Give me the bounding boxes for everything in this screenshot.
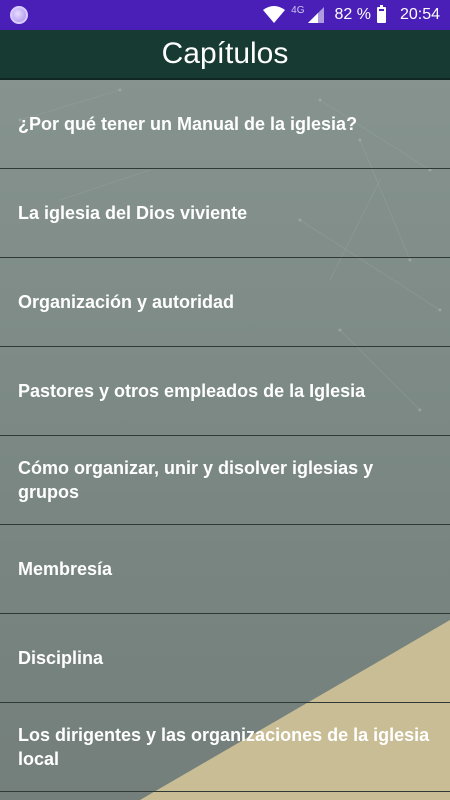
battery-icon — [376, 5, 386, 23]
cellular-signal-icon — [308, 7, 325, 23]
chapter-label: Disciplina — [18, 648, 104, 668]
page-title: Capítulos — [0, 30, 450, 80]
battery-percent: 82 % — [334, 6, 371, 23]
chapter-label: ¿Por qué tener un Manual de la iglesia? — [18, 114, 358, 134]
chapter-list: ¿Por qué tener un Manual de la iglesia? … — [0, 80, 450, 792]
chapter-label: Los dirigentes y las organizaciones de l… — [18, 725, 430, 769]
app-notification-icon — [10, 6, 28, 24]
chapter-list-container[interactable]: ¿Por qué tener un Manual de la iglesia? … — [0, 80, 450, 800]
chapter-item[interactable]: Los dirigentes y las organizaciones de l… — [0, 703, 450, 792]
chapter-item[interactable]: ¿Por qué tener un Manual de la iglesia? — [0, 80, 450, 169]
chapter-label: Membresía — [18, 559, 113, 579]
chapter-item[interactable]: La iglesia del Dios viviente — [0, 169, 450, 258]
chapter-item[interactable]: Membresía — [0, 525, 450, 614]
chapter-label: Pastores y otros empleados de la Iglesia — [18, 381, 366, 401]
clock: 20:54 — [399, 6, 440, 23]
wifi-icon — [263, 6, 286, 23]
chapter-item[interactable]: Disciplina — [0, 614, 450, 703]
chapter-label: La iglesia del Dios viviente — [18, 203, 248, 223]
chapter-label: Organización y autoridad — [18, 292, 235, 312]
network-type-label: 4G — [291, 4, 305, 16]
chapter-label: Cómo organizar, unir y disolver iglesias… — [18, 458, 374, 502]
chapter-item[interactable]: Pastores y otros empleados de la Iglesia — [0, 347, 450, 436]
chapter-item[interactable]: Organización y autoridad — [0, 258, 450, 347]
chapter-item[interactable]: Cómo organizar, unir y disolver iglesias… — [0, 436, 450, 525]
status-bar: 4G 82 % 20:54 — [0, 0, 450, 30]
